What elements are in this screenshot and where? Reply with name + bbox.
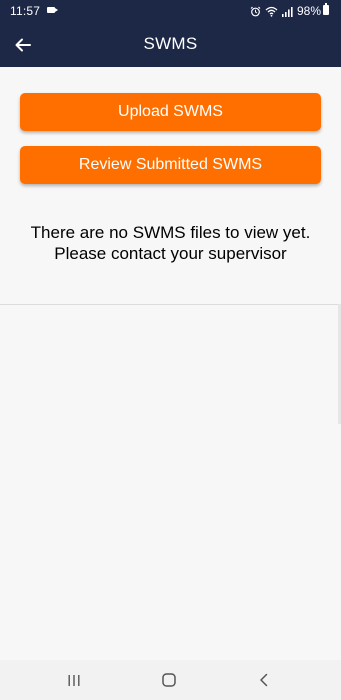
empty-state-message: There are no SWMS files to view yet. Ple… [20, 222, 321, 264]
wifi-icon [265, 6, 278, 17]
status-time: 11:57 [10, 4, 41, 18]
status-icons: 98% [250, 4, 321, 18]
alarm-icon [250, 6, 261, 17]
main-content: Upload SWMS Review Submitted SWMS There … [0, 67, 341, 660]
system-nav-bar [0, 660, 341, 700]
divider [0, 304, 341, 305]
system-back-button[interactable] [253, 670, 275, 690]
status-bar: 11:57 98% [0, 0, 341, 22]
home-button[interactable] [158, 670, 180, 690]
swms-screen: 11:57 98% SWMS Upload SWMS Review Submit… [0, 0, 341, 700]
empty-state-line-1: There are no SWMS files to view yet. [30, 223, 311, 242]
recents-icon [68, 674, 80, 686]
review-submitted-swms-button[interactable]: Review Submitted SWMS [20, 146, 321, 184]
recents-button[interactable] [63, 670, 85, 690]
upload-swms-button[interactable]: Upload SWMS [20, 93, 321, 131]
battery-icon [323, 3, 329, 15]
page-title: SWMS [143, 34, 198, 53]
app-bar: SWMS [0, 22, 341, 67]
empty-state-line-2: Please contact your supervisor [54, 244, 287, 263]
battery-percent: 98% [296, 4, 321, 18]
signal-icon [281, 6, 293, 17]
battery-fill [324, 6, 328, 14]
back-icon [260, 673, 268, 687]
video-camera-icon [47, 7, 58, 13]
home-icon [162, 673, 176, 687]
